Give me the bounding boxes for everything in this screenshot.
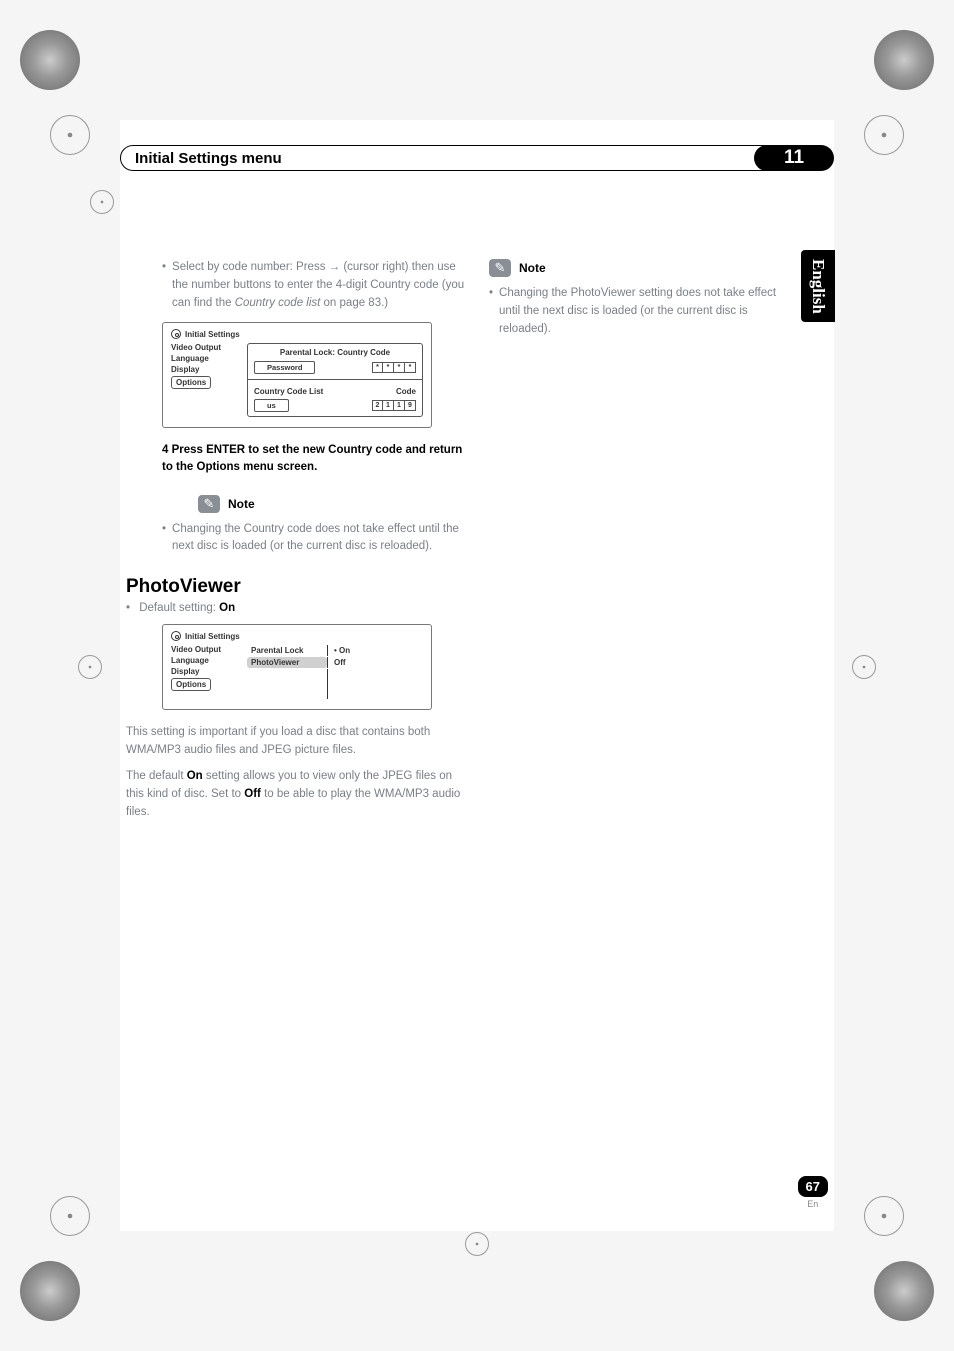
registration-graphic-tl: [20, 30, 80, 90]
pencil-icon: ✎: [489, 259, 511, 277]
panel-subtitle: Parental Lock: Country Code: [254, 348, 416, 357]
code-digits: 2 1 1 9: [372, 400, 416, 411]
note-block: ✎ Note: [198, 495, 465, 513]
default-setting: • Default setting: On: [126, 602, 465, 614]
registration-graphic-tr: [874, 30, 934, 90]
panel-nav: Video Output Language Display Options: [171, 645, 241, 699]
bullet-icon: •: [126, 602, 130, 614]
nav-item: Display: [171, 365, 241, 374]
right-column: ✎ Note • Changing the PhotoViewer settin…: [489, 259, 828, 821]
page-footer: 67 En: [798, 1176, 828, 1209]
option-row: PhotoViewer Off: [247, 657, 423, 668]
nav-item: Video Output: [171, 343, 241, 352]
select-code-text: Select by code number: Press → (cursor r…: [172, 259, 465, 312]
panel-header: Initial Settings: [171, 631, 423, 641]
note-block: ✎ Note: [489, 259, 792, 277]
note-text: • Changing the PhotoViewer setting does …: [489, 285, 792, 338]
option-label-selected: PhotoViewer: [247, 657, 327, 668]
digit: *: [394, 362, 405, 373]
default-label: Default setting:: [139, 602, 219, 614]
nav-item: Display: [171, 667, 241, 676]
nav-item-selected: Options: [171, 678, 211, 691]
nav-item: Language: [171, 656, 241, 665]
digit: 2: [372, 400, 383, 411]
section-title: Initial Settings menu: [120, 145, 780, 171]
section-header: Initial Settings menu 11: [120, 145, 834, 171]
text-bold: Off: [244, 788, 261, 800]
nav-item-selected: Options: [171, 376, 211, 389]
disc-icon: [171, 631, 181, 641]
nav-item: Video Output: [171, 645, 241, 654]
bullet-icon: •: [489, 285, 493, 338]
panel-title: Initial Settings: [185, 632, 240, 641]
select-code-bullet: • Select by code number: Press → (cursor…: [162, 259, 465, 312]
text: Changing the Country code does not take …: [172, 521, 465, 557]
digit: 1: [394, 400, 405, 411]
settings-panel-photoviewer: Initial Settings Video Output Language D…: [162, 624, 432, 710]
pencil-icon: ✎: [198, 495, 220, 513]
crop-mark: [78, 655, 102, 679]
panel-header: Initial Settings: [171, 329, 423, 339]
text: on page 83.): [320, 297, 388, 309]
registration-graphic-br: [874, 1261, 934, 1321]
disc-icon: [171, 329, 181, 339]
paragraph: The default On setting allows you to vie…: [126, 768, 465, 821]
page: Initial Settings menu 11 English • Selec…: [120, 120, 834, 1231]
digit: *: [372, 362, 383, 373]
bullet-icon: •: [162, 521, 166, 557]
panel-content: Parental Lock • On PhotoViewer Off: [247, 645, 423, 699]
crop-mark: [864, 115, 904, 155]
note-label: Note: [519, 261, 546, 275]
password-digits: * * * *: [372, 362, 416, 373]
crop-mark: [90, 190, 114, 214]
crop-mark: [50, 1196, 90, 1236]
step-4-heading: 4 Press ENTER to set the new Country cod…: [162, 442, 465, 474]
bullet-icon: •: [162, 259, 166, 312]
digit: *: [405, 362, 416, 373]
digit: 1: [383, 400, 394, 411]
chapter-number: 11: [754, 145, 834, 171]
page-number: 67: [798, 1176, 828, 1197]
code-label: Code: [396, 387, 416, 396]
page-language: En: [798, 1199, 828, 1209]
text: The default: [126, 770, 187, 782]
option-row: Parental Lock • On: [247, 645, 423, 656]
option-value: Off: [327, 657, 423, 668]
language-tab: English: [801, 250, 835, 322]
heading-photoviewer: PhotoViewer: [126, 576, 465, 598]
crop-mark: [465, 1232, 489, 1256]
digit: 9: [405, 400, 416, 411]
nav-item: Language: [171, 354, 241, 363]
text: On: [339, 646, 350, 655]
country-code-list-label: Country Code List: [254, 387, 323, 396]
panel-title: Initial Settings: [185, 330, 240, 339]
paragraph: This setting is important if you load a …: [126, 724, 465, 760]
country-code-value: us: [254, 399, 289, 412]
option-label: Parental Lock: [247, 645, 327, 656]
note-text: • Changing the Country code does not tak…: [162, 521, 465, 557]
country-code-list-link: Country code list: [235, 297, 321, 309]
panel-nav: Video Output Language Display Options: [171, 343, 241, 417]
default-value: On: [219, 602, 235, 614]
note-label: Note: [228, 497, 255, 511]
text: Changing the PhotoViewer setting does no…: [499, 285, 792, 338]
settings-panel-country-code: Initial Settings Video Output Language D…: [162, 322, 432, 428]
panel-content: Parental Lock: Country Code Password * *…: [247, 343, 423, 417]
content: • Select by code number: Press → (cursor…: [120, 259, 834, 821]
text-bold: On: [187, 770, 203, 782]
password-label: Password: [254, 361, 315, 374]
registration-graphic-bl: [20, 1261, 80, 1321]
crop-mark: [50, 115, 90, 155]
option-value: • On: [327, 645, 423, 656]
left-column: • Select by code number: Press → (cursor…: [126, 259, 465, 821]
crop-mark: [864, 1196, 904, 1236]
digit: *: [383, 362, 394, 373]
crop-mark: [852, 655, 876, 679]
